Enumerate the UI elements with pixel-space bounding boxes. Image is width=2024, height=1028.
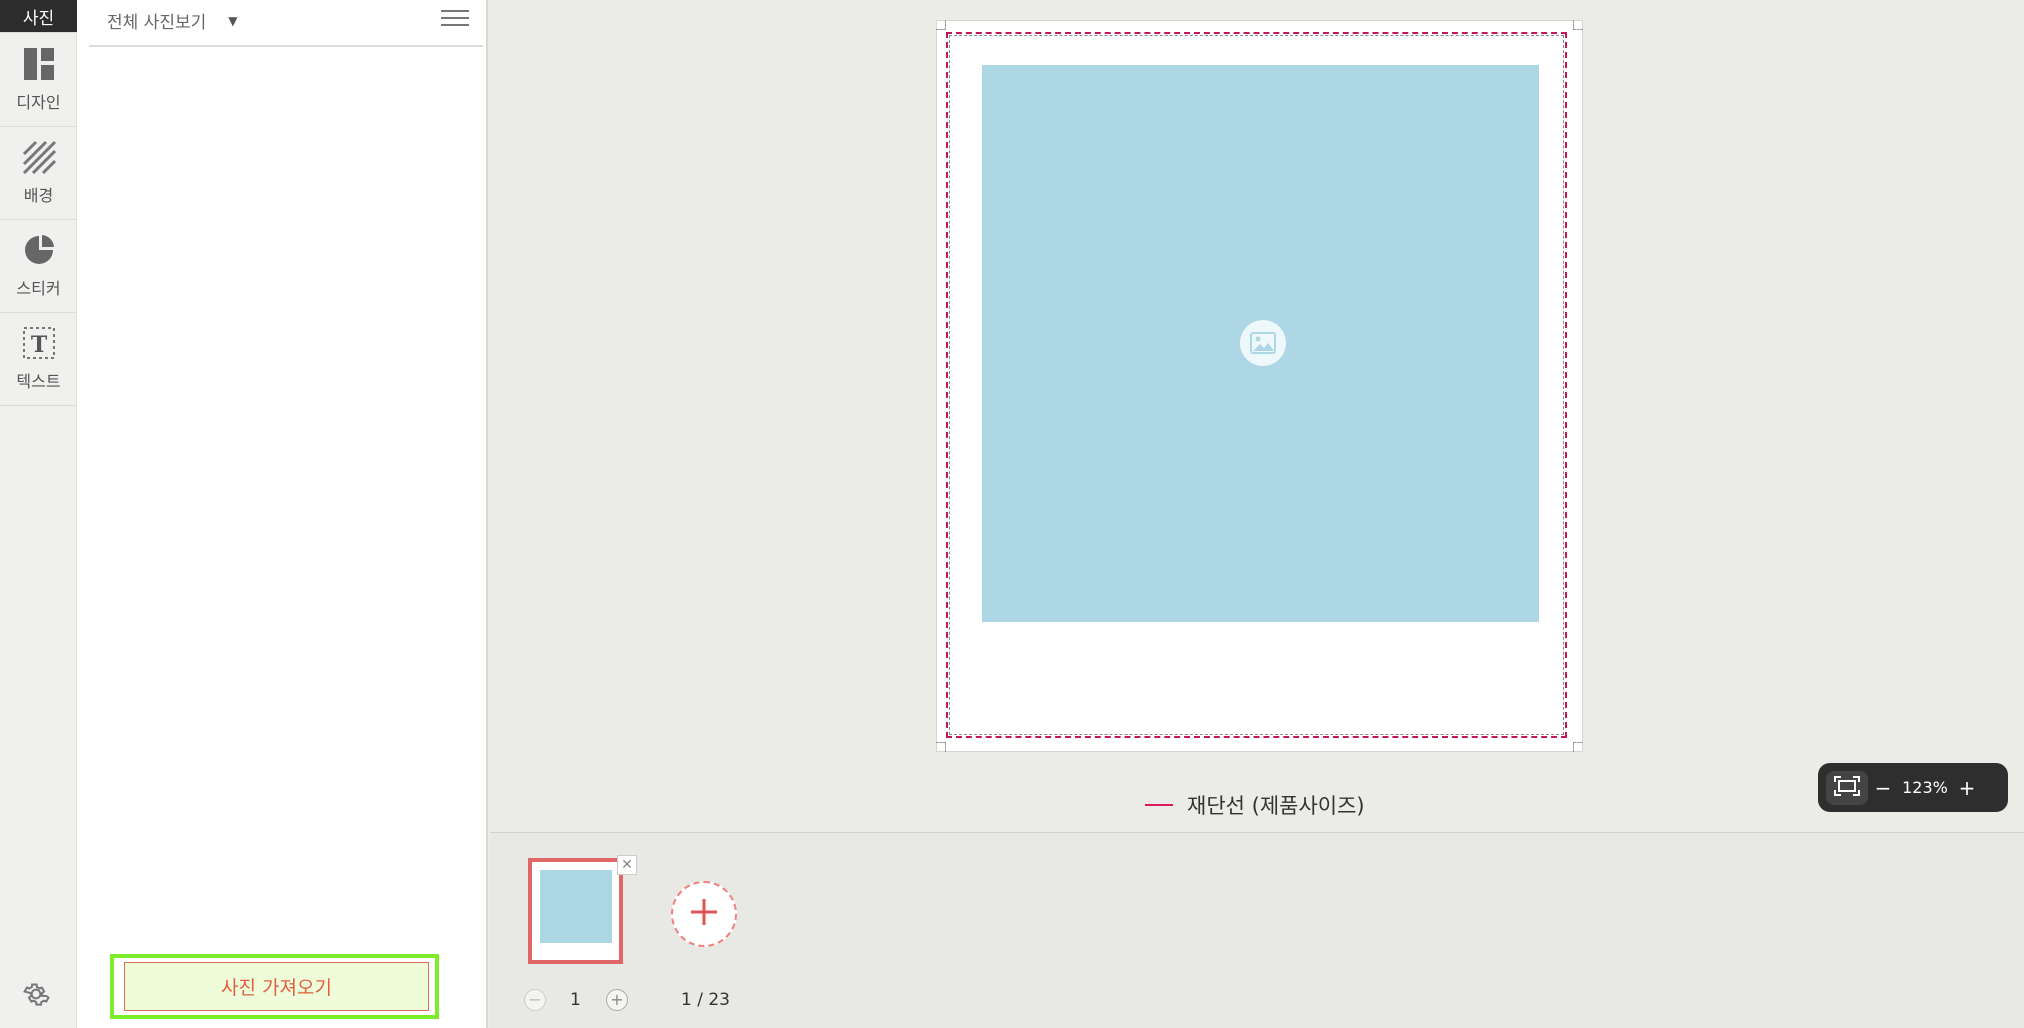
- rail-item-design-label: 디자인: [16, 93, 61, 112]
- plus-icon: [688, 896, 720, 932]
- cut-line-label: 재단선 (제품사이즈): [1187, 794, 1365, 818]
- page-count-minus-button[interactable]: −: [524, 989, 546, 1011]
- image-icon: [1240, 320, 1286, 366]
- photo-view-select[interactable]: 전체 사진보기 ▼: [107, 8, 237, 33]
- rail-item-background-label: 배경: [23, 186, 54, 205]
- page-thumbnail[interactable]: [528, 858, 623, 964]
- page-count-plus-button[interactable]: +: [606, 989, 628, 1011]
- rail-item-photo[interactable]: 사진: [0, 0, 77, 33]
- hamburger-icon: [441, 10, 469, 26]
- crop-mark: [1573, 20, 1583, 30]
- pattern-icon: [22, 140, 56, 174]
- rail-item-design[interactable]: 디자인: [0, 34, 77, 127]
- photo-view-select-label: 전체 사진보기: [107, 13, 207, 33]
- sticker-icon: [22, 233, 56, 267]
- svg-text:T: T: [30, 332, 47, 358]
- layout-icon: [22, 47, 56, 81]
- add-page-button[interactable]: [671, 881, 737, 947]
- menu-button[interactable]: [441, 10, 469, 32]
- page-count-value: 1: [570, 990, 581, 1010]
- design-page[interactable]: [936, 20, 1583, 752]
- text-icon: T: [22, 326, 56, 360]
- photo-panel: 전체 사진보기 ▼ 사진 가져오기: [77, 0, 488, 1028]
- fit-screen-button[interactable]: [1826, 770, 1868, 805]
- rail-item-background[interactable]: 배경: [0, 127, 77, 220]
- zoom-out-button[interactable]: −: [1868, 776, 1898, 800]
- chevron-down-icon: ▼: [228, 13, 238, 28]
- import-photo-button[interactable]: 사진 가져오기: [124, 962, 429, 1011]
- zoom-in-button[interactable]: +: [1952, 776, 1982, 800]
- rail-item-photo-label: 사진: [22, 8, 55, 29]
- settings-button[interactable]: [18, 978, 54, 1014]
- crop-mark: [936, 20, 946, 30]
- gear-icon: [21, 979, 51, 1013]
- rail-item-sticker-label: 스티커: [16, 279, 61, 298]
- photo-slot[interactable]: [982, 65, 1539, 622]
- rail-item-sticker[interactable]: 스티커: [0, 220, 77, 313]
- fit-screen-icon: [1833, 775, 1861, 801]
- crop-mark: [1573, 742, 1583, 752]
- page-strip: ✕ − 1 + 1 / 23: [490, 832, 2024, 1028]
- panel-header: 전체 사진보기 ▼: [89, 0, 483, 47]
- zoom-control: − 123% +: [1818, 763, 2008, 812]
- crop-mark: [936, 742, 946, 752]
- page-indicator: 1 / 23: [681, 990, 730, 1010]
- tool-rail: 사진 디자인 배경 스티커 T 텍스트: [0, 0, 77, 1028]
- cut-line-legend: 재단선 (제품사이즈): [1145, 790, 1365, 820]
- import-photo-highlight: 사진 가져오기: [110, 954, 439, 1019]
- rail-item-text[interactable]: T 텍스트: [0, 313, 77, 406]
- rail-item-text-label: 텍스트: [16, 372, 61, 391]
- cut-line-swatch: [1145, 804, 1173, 806]
- zoom-level: 123%: [1902, 778, 1948, 797]
- page-thumbnail-image: [540, 870, 612, 943]
- delete-page-button[interactable]: ✕: [617, 855, 637, 875]
